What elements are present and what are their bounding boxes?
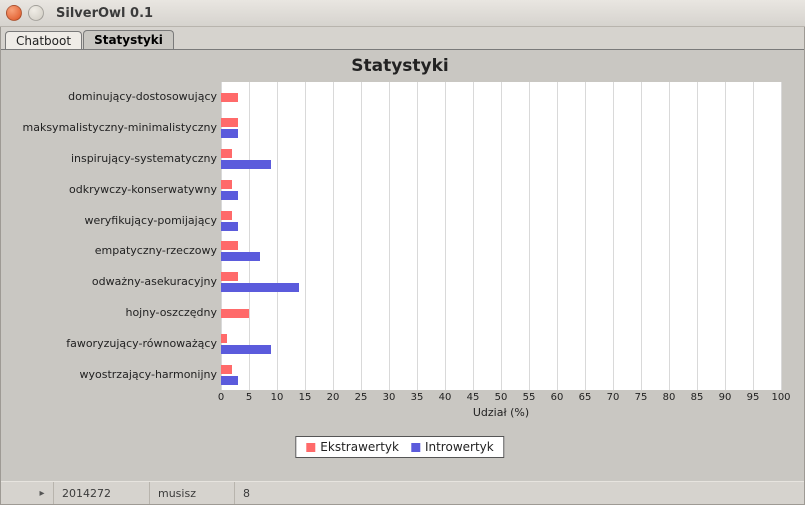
x-tick-label: 65 <box>573 392 597 403</box>
grid-line <box>753 82 754 390</box>
grid-line <box>389 82 390 390</box>
grid-line <box>221 82 222 390</box>
bar-ekstrawertyk <box>221 211 232 220</box>
grid-line <box>697 82 698 390</box>
legend-swatch-introwertyk <box>411 443 420 452</box>
y-category-label: odkrywczy-konserwatywny <box>21 183 217 196</box>
bar-ekstrawertyk <box>221 180 232 189</box>
tab-statystyki[interactable]: Statystyki <box>83 30 174 50</box>
x-tick-label: 15 <box>293 392 317 403</box>
bar-introwertyk <box>221 376 238 385</box>
bar-introwertyk <box>221 283 299 292</box>
titlebar: SilverOwl 0.1 <box>0 0 805 27</box>
legend-label-ekstrawertyk: Ekstrawertyk <box>320 440 399 454</box>
x-tick-label: 50 <box>489 392 513 403</box>
tab-chatboot[interactable]: Chatboot <box>5 31 82 50</box>
window-minimize-button[interactable] <box>28 5 44 21</box>
grid-line <box>501 82 502 390</box>
x-tick-label: 25 <box>349 392 373 403</box>
bar-introwertyk <box>221 345 271 354</box>
grid-line <box>445 82 446 390</box>
window-close-button[interactable] <box>6 5 22 21</box>
y-category-label: wyostrzający-harmonijny <box>21 368 217 381</box>
bar-introwertyk <box>221 191 238 200</box>
y-category-label: empatyczny-rzeczowy <box>21 244 217 257</box>
grid-line <box>277 82 278 390</box>
x-tick-label: 90 <box>713 392 737 403</box>
bottom-data-row: ▸ 2014272 musisz 8 <box>1 481 804 504</box>
y-category-label: weryfikujący-pomijający <box>21 214 217 227</box>
bar-ekstrawertyk <box>221 365 232 374</box>
x-tick-label: 40 <box>433 392 457 403</box>
bottom-cell-3: 8 <box>234 482 258 504</box>
grid-line <box>585 82 586 390</box>
x-tick-label: 45 <box>461 392 485 403</box>
legend-label-introwertyk: Introwertyk <box>425 440 494 454</box>
bar-ekstrawertyk <box>221 334 227 343</box>
tree-expander-icon[interactable]: ▸ <box>37 488 47 498</box>
x-tick-label: 0 <box>209 392 233 403</box>
legend-item-introwertyk: Introwertyk <box>411 440 494 454</box>
grid-line <box>669 82 670 390</box>
x-axis-label: Udział (%) <box>221 406 781 419</box>
grid-line <box>333 82 334 390</box>
x-tick-label: 35 <box>405 392 429 403</box>
x-tick-label: 20 <box>321 392 345 403</box>
x-tick-label: 75 <box>629 392 653 403</box>
bar-introwertyk <box>221 222 238 231</box>
y-category-label: hojny-oszczędny <box>21 306 217 319</box>
plot-area <box>221 82 781 390</box>
tab-statystyki-label: Statystyki <box>94 33 163 47</box>
chart-panel: Statystyki Udział (%) Ekstrawertyk Intro… <box>11 54 789 464</box>
x-tick-label: 95 <box>741 392 765 403</box>
grid-line <box>361 82 362 390</box>
bar-ekstrawertyk <box>221 149 232 158</box>
bar-ekstrawertyk <box>221 241 238 250</box>
grid-line <box>781 82 782 390</box>
app-window: SilverOwl 0.1 Chatboot Statystyki Statys… <box>0 0 805 505</box>
bar-introwertyk <box>221 252 260 261</box>
tab-body: Statystyki Udział (%) Ekstrawertyk Intro… <box>1 49 804 504</box>
y-category-label: dominujący-dostosowujący <box>21 90 217 103</box>
legend-swatch-ekstrawertyk <box>306 443 315 452</box>
x-tick-label: 70 <box>601 392 625 403</box>
x-tick-label: 55 <box>517 392 541 403</box>
grid-line <box>473 82 474 390</box>
y-category-label: maksymalistyczny-minimalistyczny <box>21 121 217 134</box>
grid-line <box>641 82 642 390</box>
chart-title: Statystyki <box>11 56 789 76</box>
tab-strip: Chatboot Statystyki <box>1 27 804 49</box>
bar-introwertyk <box>221 129 238 138</box>
client-area: Chatboot Statystyki Statystyki Udział (%… <box>0 27 805 505</box>
bar-ekstrawertyk <box>221 309 249 318</box>
grid-line <box>557 82 558 390</box>
grid-line <box>249 82 250 390</box>
x-tick-label: 5 <box>237 392 261 403</box>
tab-chatboot-label: Chatboot <box>16 34 71 48</box>
bar-ekstrawertyk <box>221 93 238 102</box>
y-category-label: faworyzujący-równoważący <box>21 337 217 350</box>
x-tick-label: 80 <box>657 392 681 403</box>
x-tick-label: 10 <box>265 392 289 403</box>
grid-line <box>613 82 614 390</box>
y-category-label: odważny-asekuracyjny <box>21 275 217 288</box>
x-tick-label: 60 <box>545 392 569 403</box>
grid-line <box>417 82 418 390</box>
bottom-cell-1: 2014272 <box>53 482 119 504</box>
bar-introwertyk <box>221 160 271 169</box>
x-tick-label: 30 <box>377 392 401 403</box>
grid-line <box>725 82 726 390</box>
x-tick-label: 85 <box>685 392 709 403</box>
grid-line <box>529 82 530 390</box>
y-category-label: inspirujący-systematyczny <box>21 152 217 165</box>
bottom-cell-2: musisz <box>149 482 204 504</box>
bar-ekstrawertyk <box>221 118 238 127</box>
legend-item-ekstrawertyk: Ekstrawertyk <box>306 440 399 454</box>
x-tick-label: 100 <box>769 392 793 403</box>
legend: Ekstrawertyk Introwertyk <box>295 436 504 458</box>
grid-line <box>305 82 306 390</box>
window-title: SilverOwl 0.1 <box>56 6 153 21</box>
bar-ekstrawertyk <box>221 272 238 281</box>
